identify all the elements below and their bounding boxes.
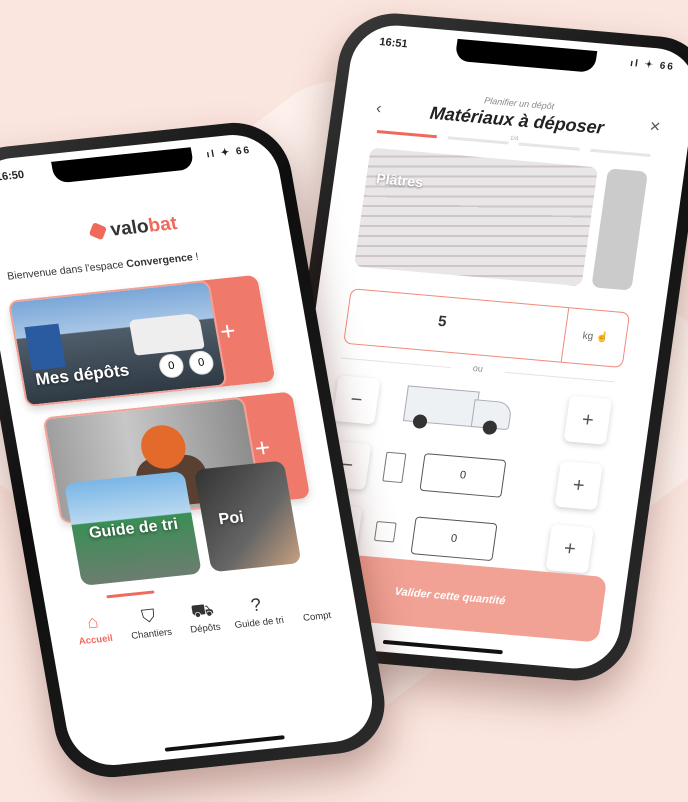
bag-icon	[373, 520, 397, 543]
bigbag-plus-button[interactable]: +	[554, 460, 603, 511]
bell-badge-icon: 0	[187, 349, 216, 376]
account-icon	[282, 585, 346, 615]
depots-photo: Mes dépôts 0 0	[7, 279, 228, 408]
card-title: Guide de tri	[87, 515, 180, 542]
carousel-indicator	[106, 590, 155, 599]
unit-label: kg	[581, 330, 594, 343]
bag-plus-button[interactable]: +	[545, 524, 594, 574]
material-card-next[interactable]	[591, 168, 648, 291]
status-bar: 16:51 ıl ✦ 66	[351, 22, 688, 86]
tab-compte[interactable]: Compt	[282, 585, 348, 626]
bag-quantity-input[interactable]: 0	[410, 516, 498, 562]
quantity-value: 5	[436, 312, 448, 331]
card-poi[interactable]: Poi	[193, 460, 302, 573]
home-icon: ⌂	[85, 611, 100, 633]
logo-prefix: valo	[108, 216, 151, 241]
bigbag-icon	[382, 451, 407, 484]
logo-icon	[88, 222, 107, 241]
tab-label: Accueil	[78, 632, 114, 648]
status-icons: ıl ✦ 66	[205, 144, 253, 161]
material-name: Plâtres	[375, 170, 425, 191]
welcome-prefix: Bienvenue dans l'espace	[6, 258, 128, 283]
status-bar: 16:50 ıl ✦ 66	[0, 131, 278, 197]
space-name: Convergence	[125, 251, 194, 271]
scale-badge-icon: 0	[157, 352, 186, 379]
plus-icon: +	[252, 432, 273, 464]
tab-label: Compt	[302, 610, 333, 624]
plus-icon: +	[217, 315, 238, 347]
material-card-platres[interactable]: Plâtres	[353, 147, 599, 287]
card-title: Poi	[217, 508, 246, 529]
bottom-tab-bar: ⌂ Accueil ⛉ Chantiers ⛟ Dépôts ? Guide d…	[47, 584, 362, 675]
bigbag-quantity-input[interactable]: 0	[419, 452, 507, 498]
status-time: 16:50	[0, 168, 26, 184]
van-plus-button[interactable]: +	[563, 395, 612, 445]
tab-guide-de-tri[interactable]: ? Guide de tri	[224, 591, 290, 632]
status-time: 16:51	[378, 36, 409, 51]
home-indicator	[382, 639, 503, 655]
unit-selector[interactable]: kg ☝	[560, 308, 630, 367]
tab-label: Dépôts	[189, 621, 222, 636]
van-icon	[402, 379, 518, 436]
card-mes-depots[interactable]: + Mes dépôts 0 0	[7, 274, 276, 408]
welcome-suffix: !	[191, 250, 200, 264]
home-indicator	[164, 735, 285, 752]
logo-suffix: bat	[146, 213, 179, 237]
status-icons: ıl ✦ 66	[629, 58, 676, 73]
card-guide-de-tri[interactable]: Guide de tri	[64, 470, 202, 586]
van-minus-button[interactable]: −	[332, 375, 381, 425]
